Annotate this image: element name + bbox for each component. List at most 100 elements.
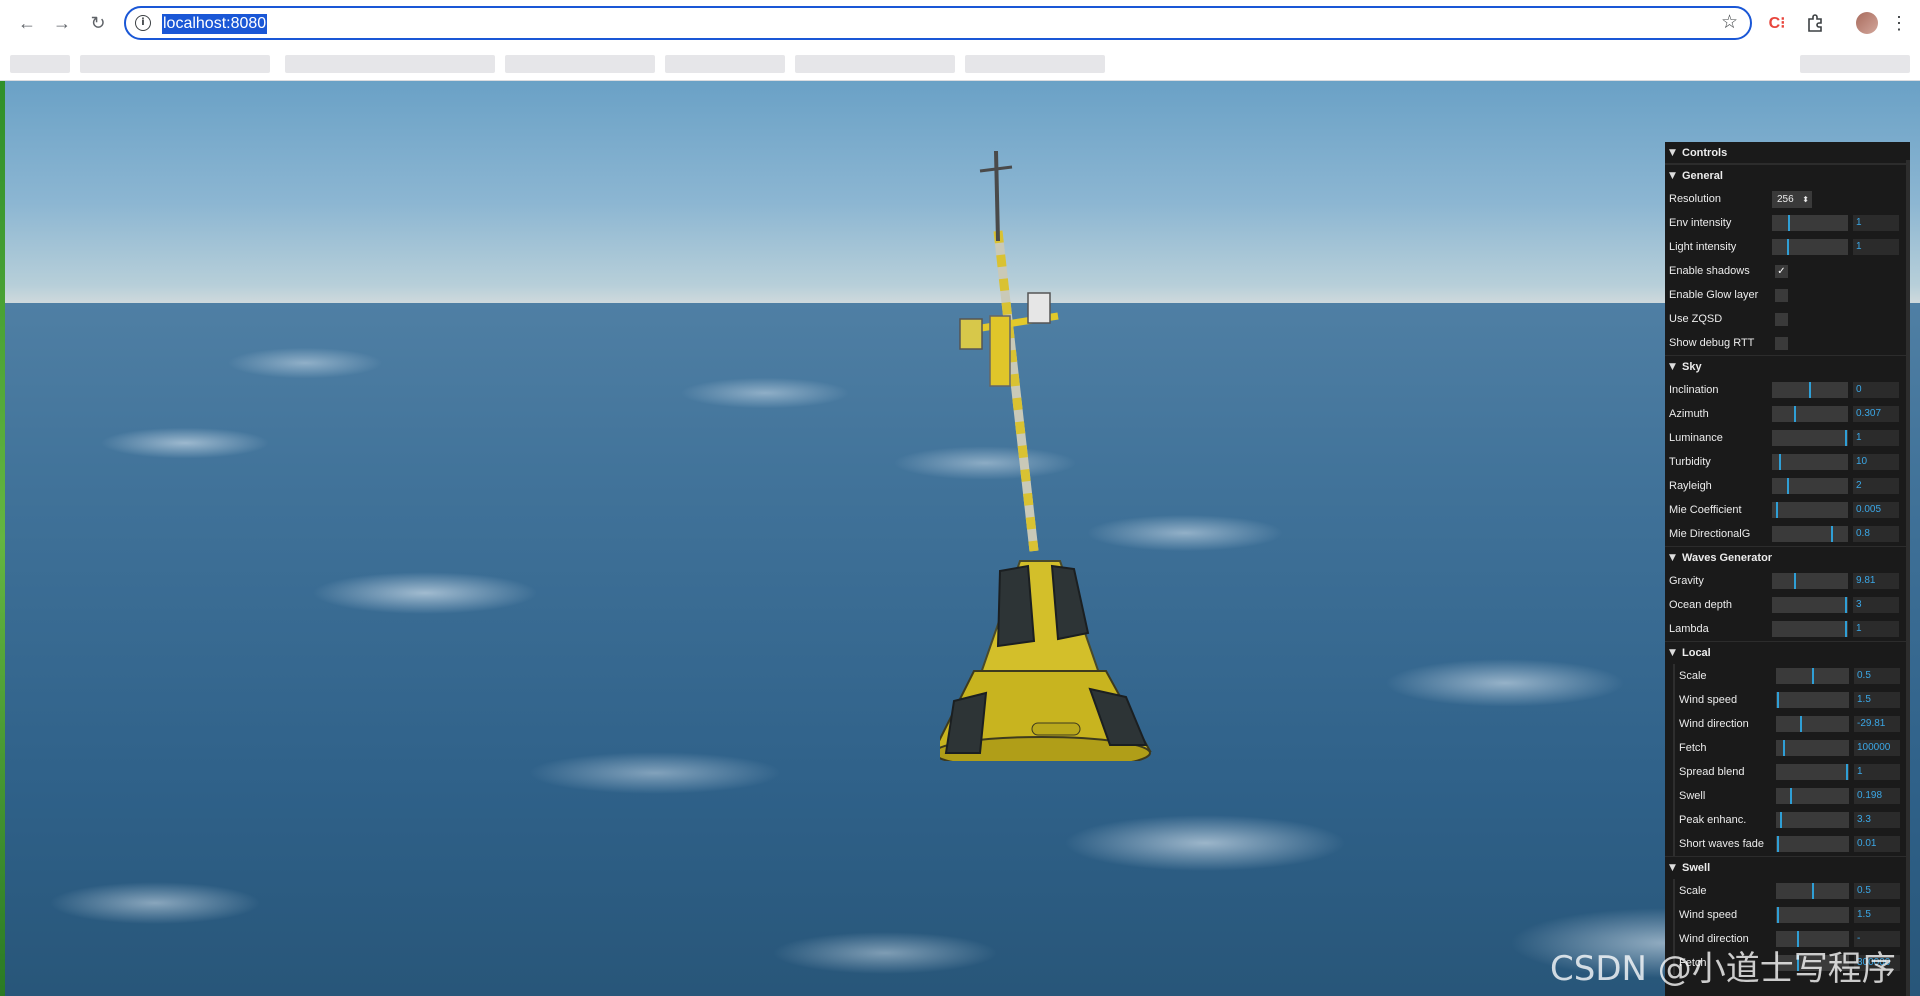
bookmark-item[interactable] (10, 55, 70, 73)
slider-knob[interactable] (1845, 621, 1847, 637)
menu-dots-icon[interactable]: ⋮ (1890, 10, 1908, 36)
env-intensity-slider[interactable] (1772, 215, 1848, 231)
gravity-slider[interactable] (1772, 573, 1848, 589)
local-scale-input[interactable]: 0.5 (1854, 668, 1900, 684)
section-general-header[interactable]: ▼ General (1665, 165, 1910, 187)
bookmark-star-icon[interactable]: ☆ (1721, 11, 1738, 33)
bookmark-item[interactable] (795, 55, 955, 73)
bookmark-item[interactable] (80, 55, 270, 73)
slider-knob[interactable] (1812, 883, 1814, 899)
section-local-header[interactable]: ▼ Local (1665, 642, 1910, 664)
slider-knob[interactable] (1812, 668, 1814, 684)
enable-shadows-checkbox[interactable]: ✓ (1775, 265, 1788, 278)
controls-header[interactable]: ▼ Controls (1665, 142, 1910, 164)
reload-icon[interactable]: ↻ (85, 10, 111, 36)
control-row-light-intensity: Light intensity 1 (1665, 235, 1910, 259)
slider-knob[interactable] (1809, 382, 1811, 398)
puzzle-icon[interactable] (1803, 10, 1827, 36)
slider-knob[interactable] (1846, 764, 1848, 780)
forward-arrow-icon[interactable]: → (49, 10, 75, 36)
azimuth-slider[interactable] (1772, 406, 1848, 422)
slider-knob[interactable] (1845, 597, 1847, 613)
mie-directional-slider[interactable] (1772, 526, 1848, 542)
slider-knob[interactable] (1787, 239, 1789, 255)
address-bar[interactable]: i localhost:8080 ☆ (124, 6, 1752, 40)
inclination-slider[interactable] (1772, 382, 1848, 398)
local-swell-slider[interactable] (1776, 788, 1849, 804)
slider-knob[interactable] (1800, 716, 1802, 732)
rayleigh-input[interactable]: 2 (1853, 478, 1899, 494)
local-fetch-input[interactable]: 100000 (1854, 740, 1900, 756)
render-canvas[interactable] (0, 81, 1920, 996)
turbidity-slider[interactable] (1772, 454, 1848, 470)
local-peak-enhancement-input[interactable]: 3.3 (1854, 812, 1900, 828)
slider-knob[interactable] (1783, 740, 1785, 756)
local-spread-blend-input[interactable]: 1 (1854, 764, 1900, 780)
env-intensity-input[interactable]: 1 (1853, 215, 1899, 231)
mie-coefficient-slider[interactable] (1772, 502, 1848, 518)
swell-wind-speed-input[interactable]: 1.5 (1854, 907, 1900, 923)
local-fetch-label: Fetch (1679, 742, 1707, 754)
slider-knob[interactable] (1788, 215, 1790, 231)
local-fetch-slider[interactable] (1776, 740, 1849, 756)
azimuth-input[interactable]: 0.307 (1853, 406, 1899, 422)
local-short-waves-fade-input[interactable]: 0.01 (1854, 836, 1900, 852)
local-wind-speed-input[interactable]: 1.5 (1854, 692, 1900, 708)
local-wind-speed-slider[interactable] (1776, 692, 1849, 708)
swell-scale-slider[interactable] (1776, 883, 1849, 899)
resolution-select[interactable]: 256 ⬍ (1772, 191, 1812, 208)
slider-knob[interactable] (1845, 430, 1847, 446)
local-swell-input[interactable]: 0.198 (1854, 788, 1900, 804)
bookmark-item[interactable] (285, 55, 495, 73)
slider-knob[interactable] (1787, 478, 1789, 494)
local-scale-slider[interactable] (1776, 668, 1849, 684)
slider-knob[interactable] (1779, 454, 1781, 470)
lambda-input[interactable]: 1 (1853, 621, 1899, 637)
light-intensity-input[interactable]: 1 (1853, 239, 1899, 255)
address-bar-url[interactable]: localhost:8080 (162, 14, 268, 34)
luminance-slider[interactable] (1772, 430, 1848, 446)
slider-knob[interactable] (1794, 406, 1796, 422)
section-sky-header[interactable]: ▼ Sky (1665, 356, 1910, 378)
slider-knob[interactable] (1777, 692, 1779, 708)
inclination-input[interactable]: 0 (1853, 382, 1899, 398)
local-short-waves-fade-slider[interactable] (1776, 836, 1849, 852)
slider-knob[interactable] (1831, 526, 1833, 542)
ocean-depth-slider[interactable] (1772, 597, 1848, 613)
local-peak-enhancement-slider[interactable] (1776, 812, 1849, 828)
slider-knob[interactable] (1780, 812, 1782, 828)
bookmark-item[interactable] (505, 55, 655, 73)
light-intensity-slider[interactable] (1772, 239, 1848, 255)
local-wind-direction-input[interactable]: -29.81 (1854, 716, 1900, 732)
show-debug-rtt-checkbox[interactable] (1775, 337, 1788, 350)
section-waves-header[interactable]: ▼ Waves Generator (1665, 547, 1910, 569)
slider-knob[interactable] (1776, 502, 1778, 518)
slider-knob[interactable] (1777, 907, 1779, 923)
slider-knob[interactable] (1790, 788, 1792, 804)
ocean-depth-input[interactable]: 3 (1853, 597, 1899, 613)
swell-wind-speed-slider[interactable] (1776, 907, 1849, 923)
section-swell-header[interactable]: ▼ Swell (1665, 857, 1910, 879)
bookmark-item[interactable] (1800, 55, 1910, 73)
slider-knob[interactable] (1777, 836, 1779, 852)
local-spread-blend-slider[interactable] (1776, 764, 1849, 780)
site-info-icon[interactable]: i (135, 15, 151, 31)
extension-icon[interactable]: C⁝ (1766, 10, 1788, 36)
swell-scale-input[interactable]: 0.5 (1854, 883, 1900, 899)
profile-avatar[interactable] (1855, 10, 1879, 36)
enable-glow-checkbox[interactable] (1775, 289, 1788, 302)
mie-coefficient-input[interactable]: 0.005 (1853, 502, 1899, 518)
bookmark-item[interactable] (665, 55, 785, 73)
turbidity-input[interactable]: 10 (1853, 454, 1899, 470)
luminance-input[interactable]: 1 (1853, 430, 1899, 446)
lambda-slider[interactable] (1772, 621, 1848, 637)
gravity-input[interactable]: 9.81 (1853, 573, 1899, 589)
mie-directional-input[interactable]: 0.8 (1853, 526, 1899, 542)
bookmark-item[interactable] (965, 55, 1105, 73)
panel-scrollbar[interactable] (1906, 160, 1910, 996)
back-arrow-icon[interactable]: ← (14, 10, 40, 36)
use-zqsd-checkbox[interactable] (1775, 313, 1788, 326)
slider-knob[interactable] (1794, 573, 1796, 589)
local-wind-direction-slider[interactable] (1776, 716, 1849, 732)
rayleigh-slider[interactable] (1772, 478, 1848, 494)
